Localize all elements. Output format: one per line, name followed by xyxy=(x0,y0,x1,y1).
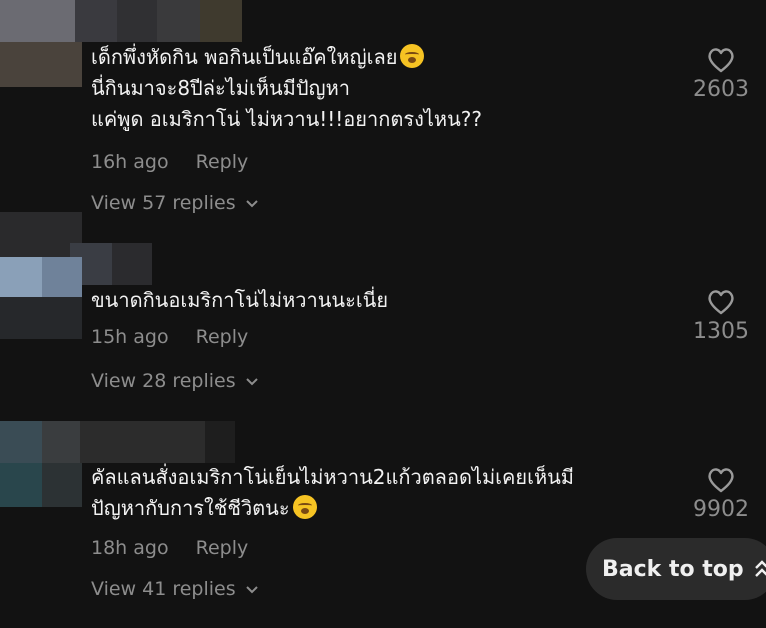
view-replies-label: View 28 replies xyxy=(91,370,236,392)
view-replies-button[interactable]: View 57 replies xyxy=(91,192,260,214)
double-chevron-up-icon xyxy=(754,560,766,577)
view-replies-label: View 41 replies xyxy=(91,578,236,600)
like-group: 9902 xyxy=(686,467,756,522)
avatar-pixel xyxy=(205,421,235,463)
like-group: 2603 xyxy=(686,47,756,102)
reply-button[interactable]: Reply xyxy=(196,326,249,348)
avatar-pixel xyxy=(42,257,82,297)
like-count: 2603 xyxy=(693,77,749,102)
sleepy-face-emoji-icon xyxy=(400,44,425,68)
like-group: 1305 xyxy=(686,289,756,344)
avatar-pixel xyxy=(117,0,157,42)
comment-text: คัลแลนสั่งอเมริกาโน่เย็นไม่หวาน2แก้วตลอด… xyxy=(91,465,574,520)
rolling-laughing-emoji-icon xyxy=(292,495,317,519)
reply-button[interactable]: Reply xyxy=(196,151,249,173)
avatar-pixel xyxy=(0,257,42,297)
avatar-pixel xyxy=(157,0,200,42)
avatar-pixel xyxy=(80,421,205,463)
view-replies-button[interactable]: View 41 replies xyxy=(91,578,260,600)
heart-icon[interactable] xyxy=(707,47,735,73)
view-replies-label: View 57 replies xyxy=(91,192,236,214)
reply-button[interactable]: Reply xyxy=(196,537,249,559)
comment-timestamp: 18h ago xyxy=(91,537,169,559)
comment-meta: 16h ago Reply xyxy=(91,151,248,173)
chevron-down-icon xyxy=(245,200,258,208)
like-count: 9902 xyxy=(693,497,749,522)
comment-meta: 15h ago Reply xyxy=(91,326,248,348)
avatar-pixel xyxy=(42,463,82,507)
avatar-pixel xyxy=(75,0,117,42)
comment-text: เด็กพึ่งหัดกิน พอกินเป็นแอ๊คใหญ่เลย นี่ก… xyxy=(91,44,483,131)
avatar-pixel xyxy=(112,243,152,285)
comment-text: ขนาดกินอเมริกาโน่ไม่หวานนะเนี่ย xyxy=(91,288,389,312)
back-to-top-label: Back to top xyxy=(602,556,744,582)
avatar-pixel xyxy=(42,421,80,463)
comment-timestamp: 16h ago xyxy=(91,151,169,173)
avatar-pixel xyxy=(0,421,42,463)
back-to-top-button[interactable]: Back to top xyxy=(586,538,766,600)
chevron-down-icon xyxy=(245,586,258,594)
heart-icon[interactable] xyxy=(707,467,735,493)
chevron-down-icon xyxy=(245,378,258,386)
comment-timestamp: 15h ago xyxy=(91,326,169,348)
like-count: 1305 xyxy=(693,319,749,344)
avatar-pixel xyxy=(0,463,42,507)
heart-icon[interactable] xyxy=(707,289,735,315)
avatar-pixel xyxy=(0,0,75,42)
view-replies-button[interactable]: View 28 replies xyxy=(91,370,260,392)
avatar-pixel xyxy=(0,42,82,87)
comment-meta: 18h ago Reply xyxy=(91,537,248,559)
avatar-pixel xyxy=(200,0,242,42)
avatar-pixel xyxy=(0,297,82,339)
